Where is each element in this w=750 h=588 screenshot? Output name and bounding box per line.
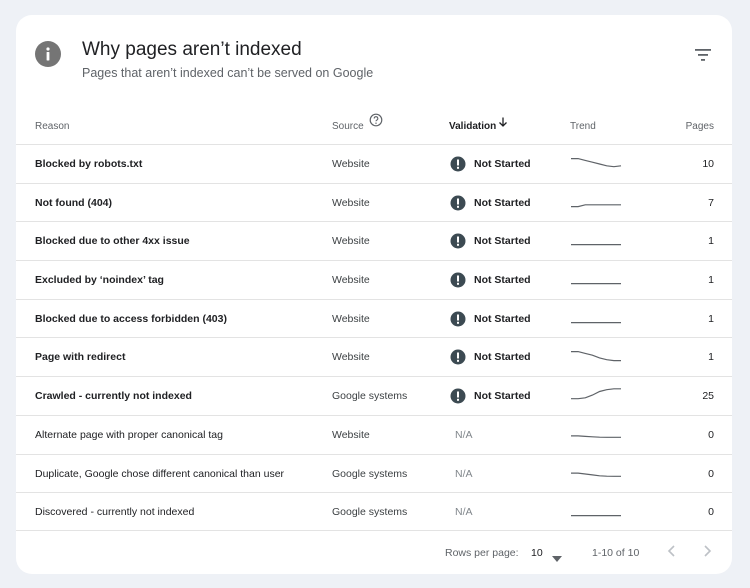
reason-cell: Duplicate, Google chose different canoni… xyxy=(35,467,285,480)
table-row[interactable]: Blocked due to other 4xx issue Website Not… xyxy=(16,221,732,260)
warning-icon xyxy=(450,195,466,211)
reason-cell: Crawled - currently not indexed xyxy=(35,390,192,403)
trend-sparkline xyxy=(571,283,621,285)
issues-table-body: Blocked by robots.txt Website Not Started 1… xyxy=(16,144,732,531)
table-row[interactable]: Discovered - currently not indexed Google… xyxy=(16,492,732,531)
trend-sparkline xyxy=(571,435,621,438)
pages-count: 7 xyxy=(708,196,714,209)
column-header-pages[interactable]: Pages xyxy=(686,110,714,144)
source-cell: Website xyxy=(332,312,370,325)
reason-cell: Page with redirect xyxy=(35,351,126,364)
validation-cell: Not Started xyxy=(474,351,531,364)
table-row[interactable]: Not found (404) Website Not Started 7 xyxy=(16,182,732,222)
pages-count: 1 xyxy=(708,235,714,248)
reason-cell: Blocked by robots.txt xyxy=(35,158,143,170)
source-cell: Google systems xyxy=(332,390,408,403)
warning-icon xyxy=(450,272,466,288)
page-title: Why pages aren’t indexed xyxy=(82,39,302,60)
rows-per-page-label: Rows per page: xyxy=(445,547,519,559)
source-cell: Website xyxy=(332,428,370,441)
warning-icon xyxy=(450,233,466,249)
table-pagination: Rows per page: 10 1-10 of 10 xyxy=(16,530,732,574)
reason-cell: Not found (404) xyxy=(35,196,112,209)
rows-per-page-select[interactable]: 10 xyxy=(531,547,543,559)
pages-count: 1 xyxy=(708,274,714,287)
trend-sparkline xyxy=(571,157,622,168)
validation-cell: N/A xyxy=(455,428,473,441)
pages-count: 0 xyxy=(708,467,714,480)
column-header-reason[interactable]: Reason xyxy=(35,110,69,144)
pages-count: 1 xyxy=(708,312,714,325)
reason-cell: Excluded by ‘noindex’ tag xyxy=(35,274,164,287)
validation-cell: N/A xyxy=(455,506,473,519)
caret-down-icon[interactable] xyxy=(552,549,562,562)
reason-cell: Discovered - currently not indexed xyxy=(35,506,195,519)
trend-sparkline xyxy=(571,203,621,207)
validation-cell: Not Started xyxy=(474,274,531,287)
pages-count: 25 xyxy=(702,390,714,403)
indexing-report-card: Why pages aren’t indexed Pages that aren… xyxy=(16,15,732,574)
chevron-right-icon[interactable] xyxy=(700,544,714,558)
pages-count: 10 xyxy=(702,158,714,170)
reason-cell: Blocked due to access forbidden (403) xyxy=(35,312,227,325)
page-subtitle: Pages that aren’t indexed can’t be serve… xyxy=(82,66,374,80)
column-header-trend: Trend xyxy=(570,121,596,132)
validation-cell: Not Started xyxy=(474,158,531,170)
warning-icon xyxy=(450,349,466,365)
table-row[interactable]: Excluded by ‘noindex’ tag Website Not Star… xyxy=(16,260,732,299)
table-row[interactable]: Duplicate, Google chose different canoni… xyxy=(16,453,732,493)
trend-sparkline xyxy=(571,472,621,477)
pages-count: 0 xyxy=(708,506,714,519)
table-row[interactable]: Blocked by robots.txt Website Not Started 1… xyxy=(16,144,732,183)
validation-cell: N/A xyxy=(455,467,473,480)
source-cell: Google systems xyxy=(332,506,408,519)
pages-count: 0 xyxy=(708,428,714,441)
warning-icon xyxy=(450,388,466,404)
table-row[interactable]: Alternate page with proper canonical tag… xyxy=(16,414,732,454)
table-row[interactable]: Crawled - currently not indexed Google sy… xyxy=(16,376,732,415)
validation-cell: Not Started xyxy=(474,312,531,325)
validation-cell: Not Started xyxy=(474,390,531,403)
filter-icon[interactable] xyxy=(693,47,713,63)
source-cell: Website xyxy=(332,274,370,287)
column-header-validation[interactable]: Validation xyxy=(449,110,496,144)
source-cell: Website xyxy=(332,235,370,248)
pagination-range: 1-10 of 10 xyxy=(592,547,640,559)
source-cell: Website xyxy=(332,158,370,170)
trend-sparkline xyxy=(571,388,621,400)
validation-cell: Not Started xyxy=(474,196,531,209)
help-icon[interactable] xyxy=(369,113,383,127)
table-row[interactable]: Blocked due to access forbidden (403) Web… xyxy=(16,298,732,338)
info-icon xyxy=(35,41,61,67)
source-cell: Website xyxy=(332,196,370,209)
source-cell: Google systems xyxy=(332,467,408,480)
arrow-down-icon[interactable] xyxy=(497,115,509,127)
table-row[interactable]: Page with redirect Website Not Started 1 xyxy=(16,337,732,376)
chevron-left-icon[interactable] xyxy=(665,544,679,558)
trend-sparkline xyxy=(571,515,621,517)
trend-sparkline xyxy=(571,351,621,362)
pages-count: 1 xyxy=(708,351,714,364)
warning-icon xyxy=(450,156,466,172)
reason-cell: Blocked due to other 4xx issue xyxy=(35,235,190,248)
trend-sparkline xyxy=(571,244,621,246)
trend-sparkline xyxy=(571,321,621,323)
validation-cell: Not Started xyxy=(474,235,531,248)
column-header-source[interactable]: Source xyxy=(332,110,364,144)
warning-icon xyxy=(450,311,466,327)
reason-cell: Alternate page with proper canonical tag xyxy=(35,428,223,441)
source-cell: Website xyxy=(332,351,370,364)
